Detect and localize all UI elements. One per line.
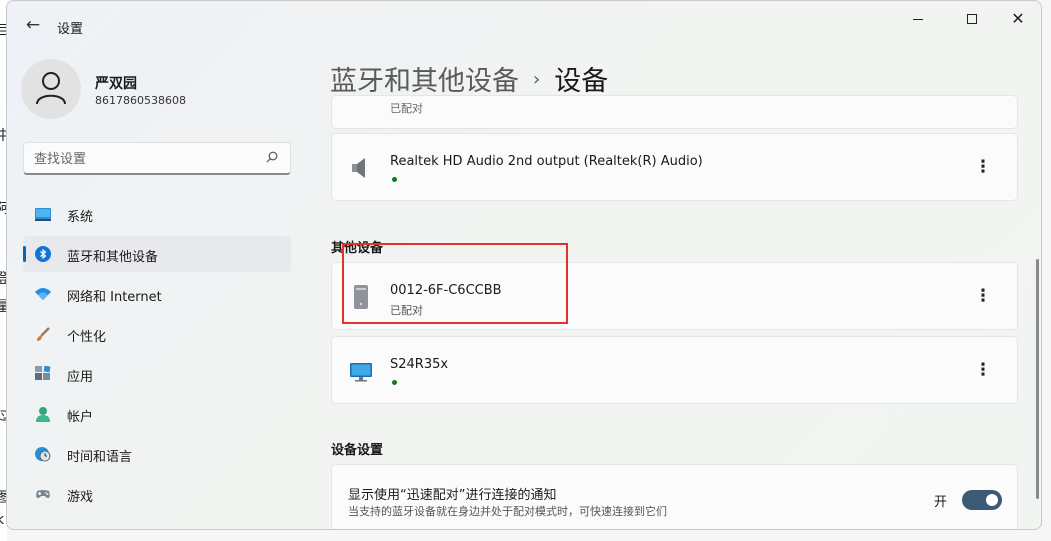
sidebar-item-time-language[interactable]: 时间和语言 bbox=[23, 436, 291, 472]
brush-icon bbox=[37, 327, 50, 341]
sidebar-item-label: 游戏 bbox=[67, 490, 94, 505]
app-title: 设置 bbox=[57, 22, 84, 37]
scrollbar[interactable] bbox=[1036, 259, 1039, 499]
sidebar-item-label: 帐户 bbox=[67, 410, 94, 425]
user-name: 严双园 bbox=[95, 76, 137, 92]
sidebar-item-bluetooth[interactable]: 蓝牙和其他设备 bbox=[23, 236, 291, 272]
sidebar-item-label: 网络和 Internet bbox=[67, 290, 162, 305]
sidebar-item-apps[interactable]: 应用 bbox=[23, 356, 291, 392]
sidebar-item-label: 系统 bbox=[67, 210, 94, 225]
sidebar-item-label: 时间和语言 bbox=[67, 450, 133, 465]
swift-pair-toggle[interactable] bbox=[962, 490, 1002, 510]
background-glyph: k bbox=[0, 512, 5, 528]
device-card[interactable]: S24R35x ⋮ bbox=[331, 336, 1018, 404]
sidebar-item-label: 个性化 bbox=[67, 330, 107, 345]
gamepad-icon bbox=[36, 490, 50, 498]
settings-window: ← 设置 ✕ 严双园 8617860538608 系统 蓝牙和其他设备 网络 bbox=[6, 0, 1042, 530]
minimize-button[interactable] bbox=[895, 9, 941, 29]
breadcrumb-separator-icon: › bbox=[533, 69, 541, 90]
breadcrumb-parent[interactable]: 蓝牙和其他设备 bbox=[330, 66, 519, 97]
maximize-button[interactable] bbox=[949, 9, 995, 29]
connected-dot-icon bbox=[392, 177, 397, 182]
sidebar-item-label: 蓝牙和其他设备 bbox=[67, 250, 159, 265]
monitor-icon bbox=[350, 363, 372, 382]
system-display-icon bbox=[35, 208, 51, 221]
wifi-icon bbox=[35, 288, 51, 300]
user-icon bbox=[36, 72, 66, 105]
speaker-icon bbox=[352, 158, 365, 178]
highlight-annotation bbox=[342, 243, 568, 324]
account-icon bbox=[36, 407, 50, 422]
search-icon[interactable] bbox=[266, 151, 278, 166]
more-options-button[interactable]: ⋮ bbox=[973, 287, 993, 307]
maximize-icon bbox=[967, 14, 977, 24]
setting-description: 当支持的蓝牙设备就在身边并处于配对模式时，可快速连接到它们 bbox=[348, 505, 667, 518]
close-button[interactable]: ✕ bbox=[995, 9, 1041, 29]
clock-globe-icon bbox=[35, 447, 51, 462]
sidebar-item-label: 应用 bbox=[67, 370, 94, 385]
bluetooth-icon bbox=[35, 246, 51, 262]
more-options-button[interactable]: ⋮ bbox=[973, 158, 993, 178]
device-name: Realtek HD Audio 2nd output (Realtek(R) … bbox=[390, 154, 703, 169]
device-card[interactable]: Realtek HD Audio 2nd output (Realtek(R) … bbox=[331, 133, 1018, 201]
sidebar-item-personalization[interactable]: 个性化 bbox=[23, 316, 291, 352]
sidebar-nav: 系统 蓝牙和其他设备 网络和 Internet 个性化 应用 帐户 时间和语言 bbox=[23, 196, 291, 516]
search-box[interactable] bbox=[23, 142, 291, 175]
sidebar-item-accounts[interactable]: 帐户 bbox=[23, 396, 291, 432]
sidebar-item-network[interactable]: 网络和 Internet bbox=[23, 276, 291, 312]
sidebar-item-system[interactable]: 系统 bbox=[23, 196, 291, 232]
page-title: 蓝牙和其他设备 › 设备 bbox=[330, 59, 608, 98]
sidebar-item-gaming[interactable]: 游戏 bbox=[23, 476, 291, 512]
swift-pair-setting: 显示使用“迅速配对”进行连接的通知 当支持的蓝牙设备就在身边并处于配对模式时，可… bbox=[331, 464, 1018, 529]
toggle-state-label: 开 bbox=[934, 495, 948, 510]
search-input[interactable] bbox=[34, 149, 254, 169]
device-card-partial[interactable]: 已配对 bbox=[331, 95, 1018, 129]
more-options-button[interactable]: ⋮ bbox=[973, 361, 993, 381]
breadcrumb-current: 设备 bbox=[554, 66, 609, 97]
section-title: 设备设置 bbox=[331, 443, 384, 458]
user-phone: 8617860538608 bbox=[95, 94, 186, 107]
device-status: 已配对 bbox=[390, 102, 423, 115]
back-button[interactable]: ← bbox=[23, 15, 43, 35]
device-name: S24R35x bbox=[390, 357, 449, 372]
connected-dot-icon bbox=[392, 380, 397, 385]
minimize-icon bbox=[913, 18, 923, 20]
apps-icon bbox=[35, 366, 51, 380]
avatar[interactable] bbox=[21, 59, 81, 119]
setting-title: 显示使用“迅速配对”进行连接的通知 bbox=[348, 488, 557, 503]
title-bar: ← 设置 ✕ bbox=[7, 1, 1041, 47]
